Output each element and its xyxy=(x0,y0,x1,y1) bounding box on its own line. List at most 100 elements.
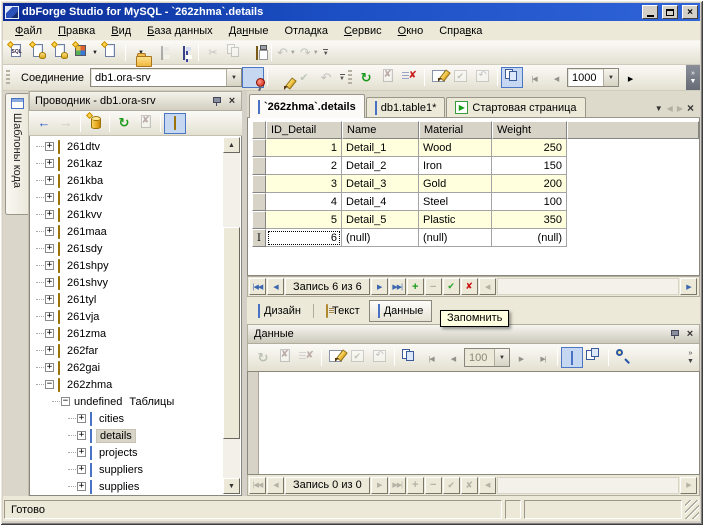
paged-mode-button[interactable] xyxy=(398,347,420,368)
prev-record-button[interactable]: ◀ xyxy=(267,278,284,295)
connection-combo[interactable]: db1.ora-srv ▼ xyxy=(90,68,242,87)
cell-r2-c1[interactable]: 2 xyxy=(266,157,342,175)
grid-view-button[interactable] xyxy=(561,347,583,368)
cell-r2-c4[interactable]: 150 xyxy=(492,157,567,175)
back-button[interactable]: ← xyxy=(33,113,55,134)
delete-record-button[interactable]: − xyxy=(425,278,442,295)
scroll-right-button[interactable]: ▶ xyxy=(680,278,697,295)
revert-button[interactable]: ↶ xyxy=(315,67,337,88)
find-button[interactable] xyxy=(612,347,634,368)
new-query-button[interactable] xyxy=(27,42,49,63)
menu-item-database[interactable]: База данных xyxy=(139,23,221,39)
scroll-down-button[interactable]: ▼ xyxy=(223,478,240,494)
tree-item-261maa[interactable]: +261maa xyxy=(32,223,222,240)
card-view-button[interactable] xyxy=(583,347,605,368)
column-header-material[interactable]: Material xyxy=(419,121,492,139)
cell-r3-c2[interactable]: Detail_3 xyxy=(342,175,419,193)
tree-item-262zhma[interactable]: −262zhma xyxy=(32,376,222,393)
add-record-button[interactable]: + xyxy=(407,278,424,295)
expander-icon[interactable]: + xyxy=(45,261,54,270)
pin-panel-button[interactable] xyxy=(667,327,681,341)
page-size-combo[interactable]: 1000▼ xyxy=(567,68,619,87)
stop-refresh-button[interactable]: ✘ xyxy=(135,113,157,134)
refresh-button[interactable]: ↻ xyxy=(355,67,377,88)
column-header-name[interactable]: Name xyxy=(342,121,419,139)
cell-r6-c3[interactable]: (null) xyxy=(419,229,492,247)
expander-icon[interactable]: + xyxy=(77,448,86,457)
pin-connection-button[interactable] xyxy=(242,67,264,88)
next-record-button[interactable]: ▶ xyxy=(371,278,388,295)
horizontal-scrollbar-track[interactable] xyxy=(497,278,679,295)
menu-item-help[interactable]: Справка xyxy=(431,23,490,39)
tree-item-261kdv[interactable]: +261kdv xyxy=(32,189,222,206)
tree-item-261vja[interactable]: +261vja xyxy=(32,308,222,325)
toolbar-options-button[interactable]: »▼ xyxy=(684,350,697,366)
scroll-left-button[interactable]: ◀ xyxy=(479,477,496,494)
toolbar-grip[interactable] xyxy=(6,70,10,86)
close-panel-button[interactable]: × xyxy=(683,327,697,341)
apply-changes-button[interactable]: ✔ xyxy=(347,347,369,368)
page-size-combo[interactable]: 100▼ xyxy=(464,348,510,367)
tree-item-tables-folder[interactable]: −undefinedТаблицы xyxy=(32,393,222,410)
expander-icon[interactable]: + xyxy=(45,295,54,304)
expander-icon[interactable]: − xyxy=(45,380,54,389)
delete-record-button[interactable]: − xyxy=(425,477,442,494)
cell-r4-c3[interactable]: Steel xyxy=(419,193,492,211)
new-object-button[interactable]: ▼ xyxy=(71,42,100,63)
last-record-button[interactable]: ▶▶| xyxy=(389,477,406,494)
edit-data-button[interactable] xyxy=(428,67,450,88)
refresh-button[interactable]: ↻ xyxy=(252,347,274,368)
paged-mode-button[interactable] xyxy=(501,67,523,88)
scrollbar-thumb[interactable] xyxy=(223,227,240,439)
show-databases-button[interactable] xyxy=(164,113,186,134)
minimize-button[interactable] xyxy=(642,5,658,19)
cell-r1-c4[interactable]: 250 xyxy=(492,139,567,157)
forward-button[interactable]: → xyxy=(55,113,77,134)
expander-icon[interactable]: + xyxy=(45,244,54,253)
tab-db1-table1[interactable]: db1.table1* xyxy=(366,97,446,117)
stop-button[interactable]: ✘ xyxy=(377,67,399,88)
post-record-button[interactable]: ✔ xyxy=(443,477,460,494)
expander-icon[interactable]: + xyxy=(45,278,54,287)
row-selector[interactable] xyxy=(252,139,266,157)
row-selector[interactable] xyxy=(252,175,266,193)
tab-262zhma-details[interactable]: `262zhma`.details xyxy=(249,94,365,118)
close-panel-button[interactable]: × xyxy=(225,94,239,108)
cell-r3-c1[interactable]: 3 xyxy=(266,175,342,193)
view-tab-design[interactable]: Дизайн xyxy=(250,302,309,320)
tab-list-button[interactable]: ▼ xyxy=(655,104,663,113)
tree-item-supplies[interactable]: +supplies xyxy=(32,478,222,494)
tree-item-261kba[interactable]: +261kba xyxy=(32,172,222,189)
chevron-down-icon[interactable]: ▼ xyxy=(603,69,618,86)
close-button[interactable]: × xyxy=(682,5,698,19)
expander-icon[interactable]: + xyxy=(45,210,54,219)
column-header-weight[interactable]: Weight xyxy=(492,121,567,139)
redo-button[interactable]: ↷▼ xyxy=(298,42,321,63)
stop-button[interactable]: ✘ xyxy=(274,347,296,368)
scroll-tabs-left-button[interactable]: ◀ xyxy=(667,104,673,113)
menu-item-data[interactable]: Данные xyxy=(221,23,277,39)
clear-data-button[interactable]: ✘ xyxy=(399,67,421,88)
expander-icon[interactable]: + xyxy=(45,312,54,321)
expander-icon[interactable]: + xyxy=(77,414,86,423)
expander-icon[interactable]: + xyxy=(77,431,86,440)
scroll-up-button[interactable]: ▲ xyxy=(223,137,240,153)
expander-icon[interactable]: + xyxy=(45,176,54,185)
edit-connection-button[interactable] xyxy=(271,67,293,88)
tree-item-261kvv[interactable]: +261kvv xyxy=(32,206,222,223)
new-file-button[interactable] xyxy=(100,42,122,63)
last-record-button[interactable]: ▶▶| xyxy=(389,278,406,295)
cell-r5-c1[interactable]: 5 xyxy=(266,211,342,229)
cell-r2-c3[interactable]: Iron xyxy=(419,157,492,175)
first-record-button[interactable]: |◀◀ xyxy=(249,477,266,494)
undo-button[interactable]: ↶▼ xyxy=(275,42,298,63)
scroll-left-button[interactable]: ◀ xyxy=(479,278,496,295)
expander-icon[interactable]: + xyxy=(45,346,54,355)
cell-r2-c2[interactable]: Detail_2 xyxy=(342,157,419,175)
toolbar-overflow-button[interactable]: »▼ xyxy=(686,65,700,90)
open-file-button[interactable]: ▼ xyxy=(129,42,151,63)
menu-item-edit[interactable]: Правка xyxy=(50,23,103,39)
pin-panel-button[interactable] xyxy=(209,94,223,108)
next-page-button[interactable]: ▶ xyxy=(619,67,641,88)
cell-r3-c3[interactable]: Gold xyxy=(419,175,492,193)
